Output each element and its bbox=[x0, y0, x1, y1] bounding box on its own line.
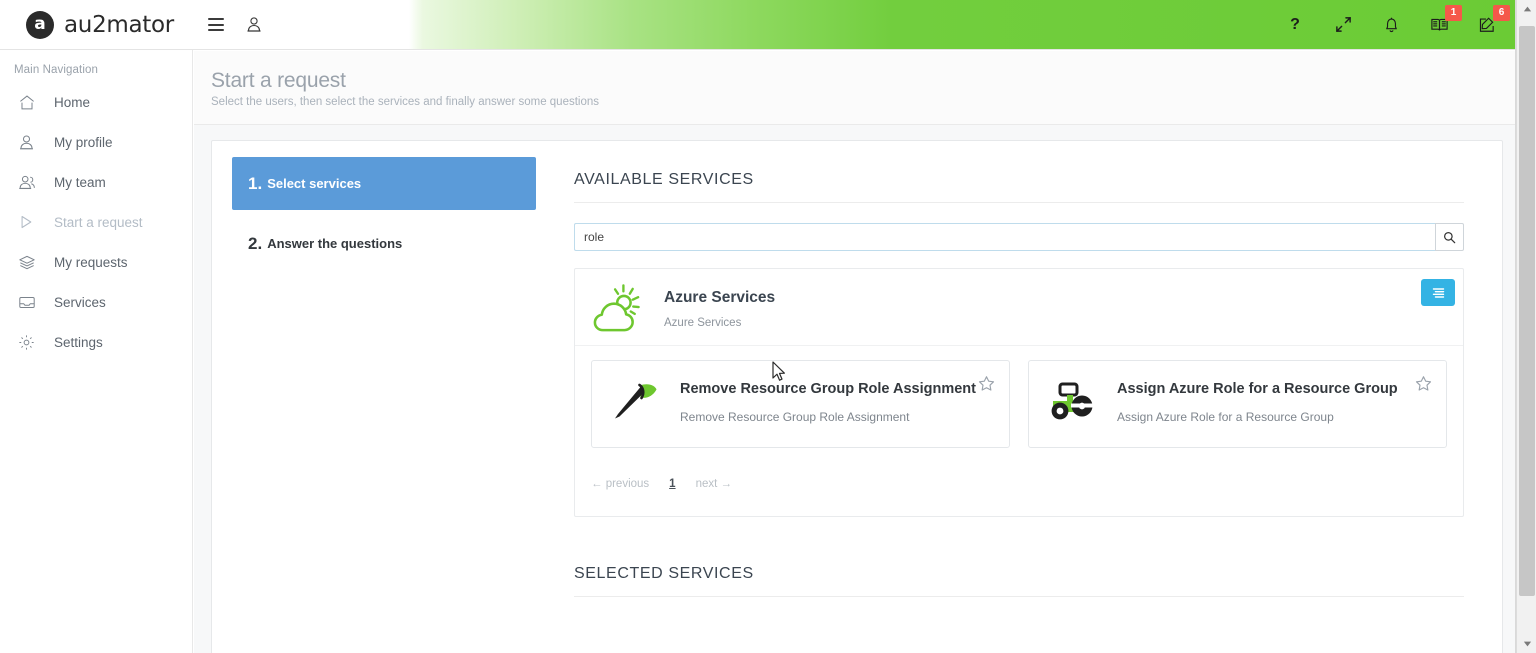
available-services-heading: AVAILABLE SERVICES bbox=[574, 171, 1464, 203]
sidebar-item-label: Start a request bbox=[54, 215, 143, 230]
brand-logo[interactable]: a au2mator bbox=[0, 0, 193, 49]
step-label: Select services bbox=[267, 176, 361, 191]
service-search-row bbox=[574, 223, 1464, 251]
requests-button[interactable]: 6 bbox=[1476, 14, 1498, 36]
top-bar-right: ? bbox=[193, 0, 1516, 49]
pagination-next[interactable]: next → bbox=[696, 478, 732, 490]
bell-icon bbox=[1383, 16, 1400, 34]
top-bar-left-controls bbox=[203, 0, 262, 49]
sidebar-item-my-requests[interactable]: My requests bbox=[0, 242, 192, 282]
home-icon bbox=[18, 93, 40, 111]
service-group-subtitle: Azure Services bbox=[664, 317, 775, 329]
sidebar-item-start-a-request[interactable]: Start a request bbox=[0, 202, 192, 242]
scrollbar-thumb[interactable] bbox=[1519, 26, 1535, 596]
notifications-button[interactable] bbox=[1380, 14, 1402, 36]
search-input[interactable] bbox=[574, 223, 1435, 251]
inbox-icon bbox=[18, 293, 40, 311]
step-number: 1. bbox=[248, 174, 262, 194]
search-button[interactable] bbox=[1435, 223, 1464, 251]
service-card-body: Assign Azure Role for a Resource Group A… bbox=[1117, 375, 1398, 424]
sidebar-item-label: Services bbox=[54, 295, 106, 310]
top-bar: a au2mator ? bbox=[0, 0, 1516, 50]
person-icon bbox=[18, 133, 40, 151]
wizard-step-select-services[interactable]: 1. Select services bbox=[232, 157, 536, 210]
sidebar-item-label: Settings bbox=[54, 335, 103, 350]
steamroller-icon bbox=[1047, 375, 1101, 427]
service-group-title: Azure Services bbox=[664, 289, 775, 307]
favorite-star-icon[interactable] bbox=[1415, 375, 1432, 392]
selected-services-heading: SELECTED SERVICES bbox=[574, 565, 1464, 597]
help-button[interactable]: ? bbox=[1284, 14, 1306, 36]
brand-name: au2mator bbox=[64, 12, 174, 38]
person-icon[interactable] bbox=[246, 16, 262, 33]
tasks-button[interactable]: 1 bbox=[1428, 14, 1450, 36]
selected-services-section: SELECTED SERVICES bbox=[574, 565, 1464, 597]
step-label: Answer the questions bbox=[267, 236, 402, 251]
service-group-text: Azure Services Azure Services bbox=[664, 283, 775, 329]
cloud-sun-icon bbox=[591, 283, 646, 335]
request-wizard-panel: 1. Select services 2. Answer the questio… bbox=[211, 140, 1503, 653]
scroll-down-arrow-icon[interactable] bbox=[1517, 635, 1536, 653]
service-card-title: Assign Azure Role for a Resource Group bbox=[1117, 381, 1398, 397]
sidebar-heading: Main Navigation bbox=[0, 50, 192, 82]
list-lines-icon bbox=[1431, 286, 1446, 300]
favorite-star-icon[interactable] bbox=[978, 375, 995, 392]
sidebar-item-label: My team bbox=[54, 175, 106, 190]
service-card-subtitle: Assign Azure Role for a Resource Group bbox=[1117, 410, 1398, 424]
service-group-header: Azure Services Azure Services bbox=[575, 269, 1463, 346]
sidebar-item-services[interactable]: Services bbox=[0, 282, 192, 322]
page-title: Start a request bbox=[211, 69, 1516, 93]
service-card-subtitle: Remove Resource Group Role Assignment bbox=[680, 410, 976, 424]
step-number: 2. bbox=[248, 234, 262, 254]
services-column: AVAILABLE SERVICES bbox=[574, 171, 1464, 597]
vertical-scrollbar[interactable] bbox=[1516, 0, 1536, 653]
sidebar-item-my-profile[interactable]: My profile bbox=[0, 122, 192, 162]
gear-icon bbox=[18, 333, 40, 351]
top-bar-actions: ? bbox=[1284, 0, 1498, 49]
sidebar-item-settings[interactable]: Settings bbox=[0, 322, 192, 362]
sidebar-item-label: Home bbox=[54, 95, 90, 110]
pagination-page-1[interactable]: 1 bbox=[669, 478, 675, 490]
service-card-body: Remove Resource Group Role Assignment Re… bbox=[680, 375, 976, 424]
people-icon bbox=[18, 173, 40, 191]
tasks-badge: 1 bbox=[1445, 5, 1462, 21]
sidebar-item-label: My requests bbox=[54, 255, 128, 270]
service-card-grid: Remove Resource Group Role Assignment Re… bbox=[575, 346, 1463, 448]
pagination: ← previous 1 next → bbox=[575, 448, 1463, 490]
service-card-remove-resource-group-role-assignment[interactable]: Remove Resource Group Role Assignment Re… bbox=[591, 360, 1010, 448]
expand-arrows-icon bbox=[1335, 16, 1352, 33]
logo-mark-icon: a bbox=[26, 11, 54, 39]
sidebar-item-my-team[interactable]: My team bbox=[0, 162, 192, 202]
service-card-title: Remove Resource Group Role Assignment bbox=[680, 381, 976, 397]
app-root: a au2mator ? bbox=[0, 0, 1536, 653]
expand-button[interactable] bbox=[1332, 14, 1354, 36]
service-card-assign-azure-role-for-a-resource-group[interactable]: Assign Azure Role for a Resource Group A… bbox=[1028, 360, 1447, 448]
main-content: 1. Select services 2. Answer the questio… bbox=[194, 125, 1516, 653]
play-triangle-icon bbox=[18, 213, 40, 231]
page-header: Start a request Select the users, then s… bbox=[194, 51, 1516, 125]
pagination-previous[interactable]: ← previous bbox=[591, 478, 649, 490]
sidebar-item-label: My profile bbox=[54, 135, 113, 150]
requests-badge: 6 bbox=[1493, 5, 1510, 21]
service-group-card: Azure Services Azure Services bbox=[574, 268, 1464, 517]
layers-icon bbox=[18, 253, 40, 271]
axe-icon bbox=[610, 375, 664, 427]
wizard-step-answer-questions[interactable]: 2. Answer the questions bbox=[232, 217, 536, 270]
scroll-up-arrow-icon[interactable] bbox=[1517, 0, 1536, 18]
wizard-steps: 1. Select services 2. Answer the questio… bbox=[232, 157, 536, 270]
page-subtitle: Select the users, then select the servic… bbox=[211, 96, 1516, 108]
search-icon bbox=[1443, 231, 1456, 244]
hamburger-icon[interactable] bbox=[208, 18, 224, 31]
service-group-action-button[interactable] bbox=[1421, 279, 1455, 306]
sidebar: Main Navigation Home My profile bbox=[0, 50, 193, 653]
question-mark-icon: ? bbox=[1290, 17, 1300, 33]
sidebar-item-home[interactable]: Home bbox=[0, 82, 192, 122]
